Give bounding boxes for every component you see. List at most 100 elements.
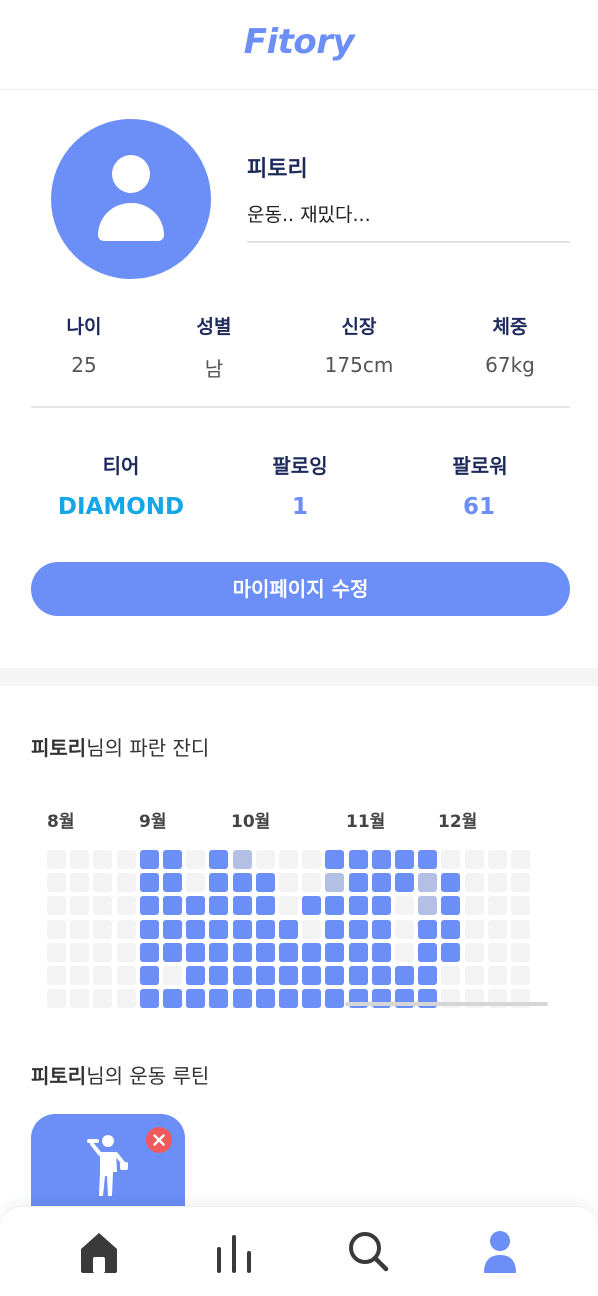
grid-cell [93, 966, 112, 985]
grid-cell [233, 896, 252, 915]
grid-cell [465, 966, 484, 985]
grid-cell [511, 966, 530, 985]
grid-cell [279, 989, 298, 1008]
grid-cell [465, 896, 484, 915]
routine-delete-button[interactable] [146, 1127, 172, 1153]
grid-cell [47, 920, 66, 939]
grid-cell [47, 943, 66, 962]
grid-cell [395, 873, 414, 892]
grid-cell [117, 896, 136, 915]
edit-mypage-button[interactable]: 마이페이지 수정 [31, 562, 570, 616]
grid-cell [302, 966, 321, 985]
nav-home[interactable] [39, 1207, 159, 1296]
grid-cell [117, 850, 136, 869]
grid-cell [209, 920, 228, 939]
grid-cell [488, 943, 507, 962]
grid-cell [372, 943, 391, 962]
section-gap [0, 668, 598, 686]
followers-label[interactable]: 팔로워 [400, 450, 560, 479]
grid-cell [441, 896, 460, 915]
month-label-dec: 12월 [438, 812, 478, 832]
month-label-aug: 8월 [47, 812, 75, 832]
stat-weight-label: 체중 [492, 316, 528, 338]
grid-cell [47, 850, 66, 869]
grid-cell [163, 966, 182, 985]
grid-cell [140, 896, 159, 915]
grid-cell [488, 896, 507, 915]
grid-cell [279, 943, 298, 962]
grass-section-title: 피토리님의 파란 잔디 [31, 732, 209, 761]
grid-cell [186, 920, 205, 939]
grid-cell [256, 896, 275, 915]
grid-cell [418, 850, 437, 869]
activity-grid[interactable] [47, 850, 553, 1010]
grid-cell [511, 920, 530, 939]
grid-cell [209, 943, 228, 962]
grid-cell [117, 943, 136, 962]
grid-cell [117, 966, 136, 985]
grid-cell [186, 896, 205, 915]
grid-cell [117, 920, 136, 939]
grid-cell [140, 920, 159, 939]
grid-cell [441, 873, 460, 892]
grid-cell [511, 850, 530, 869]
grid-cell [140, 943, 159, 962]
profile-avatar[interactable] [51, 119, 211, 279]
grid-cell [395, 850, 414, 869]
grid-scrollbar[interactable] [345, 1002, 548, 1006]
grid-cell [47, 989, 66, 1008]
home-icon [81, 1233, 117, 1273]
nav-search[interactable] [308, 1207, 428, 1296]
grid-cell [140, 989, 159, 1008]
grid-cell [93, 989, 112, 1008]
grid-cell [372, 920, 391, 939]
search-icon [349, 1232, 389, 1272]
grid-cell [302, 989, 321, 1008]
grid-cell [325, 850, 344, 869]
followers-count[interactable]: 61 [389, 494, 569, 520]
grid-cell [209, 850, 228, 869]
grid-cell [302, 896, 321, 915]
grid-cell [349, 896, 368, 915]
grid-cell [325, 943, 344, 962]
grid-cell [256, 850, 275, 869]
grid-cell [186, 873, 205, 892]
grid-cell [117, 873, 136, 892]
grid-cell [325, 873, 344, 892]
grid-cell [395, 920, 414, 939]
grid-cell [302, 920, 321, 939]
grid-cell [70, 966, 89, 985]
following-count[interactable]: 1 [210, 494, 390, 520]
app-logo[interactable]: Fitory [0, 22, 598, 62]
routine-title-suffix: 님의 운동 루틴 [86, 1064, 210, 1088]
nav-stats[interactable] [174, 1207, 294, 1296]
grid-cell [302, 873, 321, 892]
grid-cell [140, 966, 159, 985]
grid-cell [140, 873, 159, 892]
grid-cell [47, 966, 66, 985]
month-label-nov: 11월 [346, 812, 386, 832]
tier-label: 티어 [102, 454, 140, 478]
grid-cell [163, 873, 182, 892]
profile-nickname: 피토리 [247, 157, 308, 182]
grid-cell [349, 850, 368, 869]
stat-age-value: 25 [71, 353, 97, 377]
grid-cell [256, 920, 275, 939]
grid-cell [441, 920, 460, 939]
grid-cell [70, 920, 89, 939]
grid-cell [163, 850, 182, 869]
grid-cell [256, 989, 275, 1008]
nav-profile[interactable] [443, 1207, 563, 1296]
grid-cell [465, 850, 484, 869]
grid-cell [209, 989, 228, 1008]
following-label[interactable]: 팔로잉 [220, 450, 380, 479]
grid-cell [279, 896, 298, 915]
stat-height-value: 175cm [324, 353, 394, 377]
grid-cell [279, 850, 298, 869]
close-icon [153, 1134, 165, 1146]
workout-person-icon [87, 1135, 128, 1196]
stat-gender-label: 성별 [196, 316, 232, 338]
grid-cell [256, 873, 275, 892]
grid-cell [279, 873, 298, 892]
grass-title-name: 피토리 [31, 736, 87, 760]
